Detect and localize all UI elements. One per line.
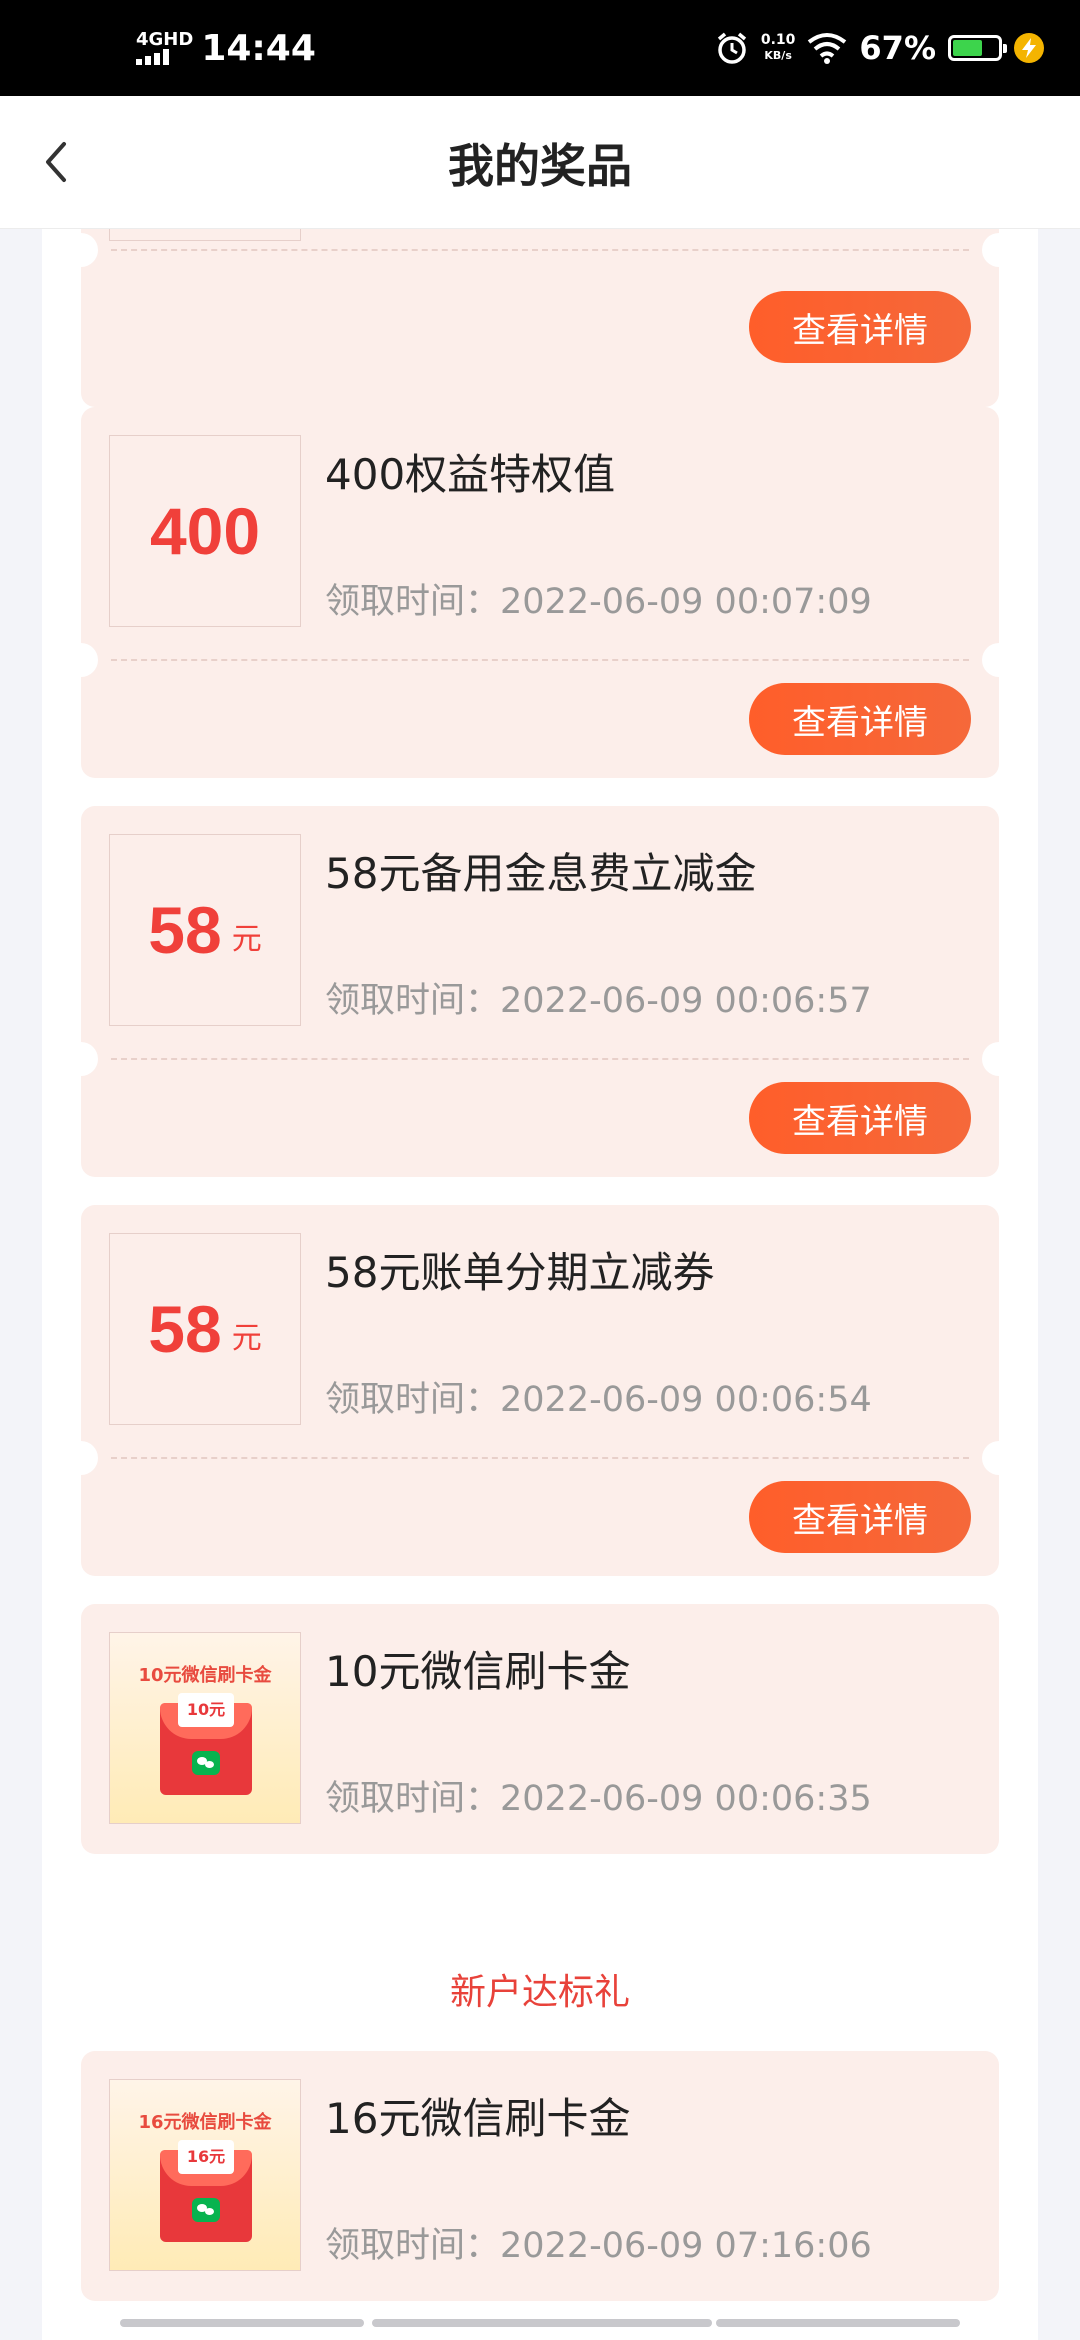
scroll-indicator xyxy=(372,2319,712,2327)
prize-amount: 58 xyxy=(148,893,222,967)
prize-amount: 400 xyxy=(149,494,261,568)
red-envelope-icon: 16元微信刷卡金 16元 xyxy=(110,2080,300,2270)
prize-name: 10元微信刷卡金 xyxy=(325,1647,631,1696)
prize-image: 10元微信刷卡金 10元 xyxy=(109,1632,301,1824)
prize-name: 58元账单分期立减券 xyxy=(325,1248,715,1297)
prize-unit: 元 xyxy=(231,922,262,957)
prize-name: 58元备用金息费立减金 xyxy=(325,849,757,898)
prize-time: 领取时间：2022-06-09 00:06:35 xyxy=(325,1779,872,1819)
prize-card: 400 400权益特权值 领取时间：2022-06-09 00:07:09 查看… xyxy=(81,407,999,778)
view-details-button[interactable]: 查看详情 xyxy=(749,291,971,363)
section-title: 新户达标礼 xyxy=(449,1972,630,2013)
status-left: 4GHD 14:44 xyxy=(136,18,316,78)
charging-icon xyxy=(1014,33,1044,63)
scroll-indicator xyxy=(716,2319,960,2327)
prize-amount-box: 58 元 xyxy=(109,1233,301,1425)
prize-amount-box: 400 xyxy=(109,435,301,627)
battery-icon xyxy=(948,35,1007,61)
prize-name: 16元微信刷卡金 xyxy=(325,2094,631,2143)
prize-amount-box: 58 元 xyxy=(109,834,301,1026)
wifi-icon xyxy=(808,33,847,64)
view-details-button[interactable]: 查看详情 xyxy=(749,1481,971,1553)
status-bar: 4GHD 14:44 0.10 KB/s 67% xyxy=(0,0,1080,96)
scroll-indicator xyxy=(120,2319,364,2327)
clock: 14:44 xyxy=(201,27,316,69)
view-details-button[interactable]: 查看详情 xyxy=(749,1082,971,1154)
network-speed: 0.10 KB/s xyxy=(760,32,796,63)
alarm-icon xyxy=(717,32,746,64)
prize-time: 领取时间：2022-06-09 00:06:57 xyxy=(325,981,872,1021)
prize-card: 10元微信刷卡金 10元 10元微信刷卡金 领取时间：2022-06-09 00… xyxy=(81,1604,999,1854)
prize-time: 领取时间：2022-06-09 07:16:06 xyxy=(325,2226,872,2266)
nav-bar: 我的奖品 xyxy=(0,96,1080,229)
prize-unit: 元 xyxy=(231,1321,262,1356)
prize-card: 58 元 58元账单分期立减券 领取时间：2022-06-09 00:06:54… xyxy=(81,1205,999,1576)
prize-card: 16元微信刷卡金 16元 16元微信刷卡金 领取时间：2022-06-09 07… xyxy=(81,2051,999,2301)
prize-amount: 58 xyxy=(148,1292,222,1366)
page-title: 我的奖品 xyxy=(448,139,632,193)
prize-image: 16元微信刷卡金 16元 xyxy=(109,2079,301,2271)
wechat-icon xyxy=(192,2198,220,2222)
prize-card: 58 元 58元备用金息费立减金 领取时间：2022-06-09 00:06:5… xyxy=(81,806,999,1177)
prize-name: 400权益特权值 xyxy=(325,450,616,499)
prize-time: 领取时间：2022-06-09 00:06:54 xyxy=(325,1380,872,1420)
wechat-icon xyxy=(192,1751,220,1775)
red-envelope-icon: 10元微信刷卡金 10元 xyxy=(110,1633,300,1823)
network-type: 4GHD xyxy=(136,29,194,50)
signal-icon: 4GHD xyxy=(136,31,193,65)
prize-time: 领取时间：2022-06-09 00:07:09 xyxy=(325,582,872,622)
prize-card: 查看详情 xyxy=(81,229,999,407)
content-scroll[interactable]: 查看详情 400 400权益特权值 领取时间：2022-06-09 00:07:… xyxy=(0,229,1080,2340)
status-right: 0.10 KB/s 67% xyxy=(715,18,1044,78)
view-details-button[interactable]: 查看详情 xyxy=(749,683,971,755)
battery-percent: 67% xyxy=(859,29,936,67)
